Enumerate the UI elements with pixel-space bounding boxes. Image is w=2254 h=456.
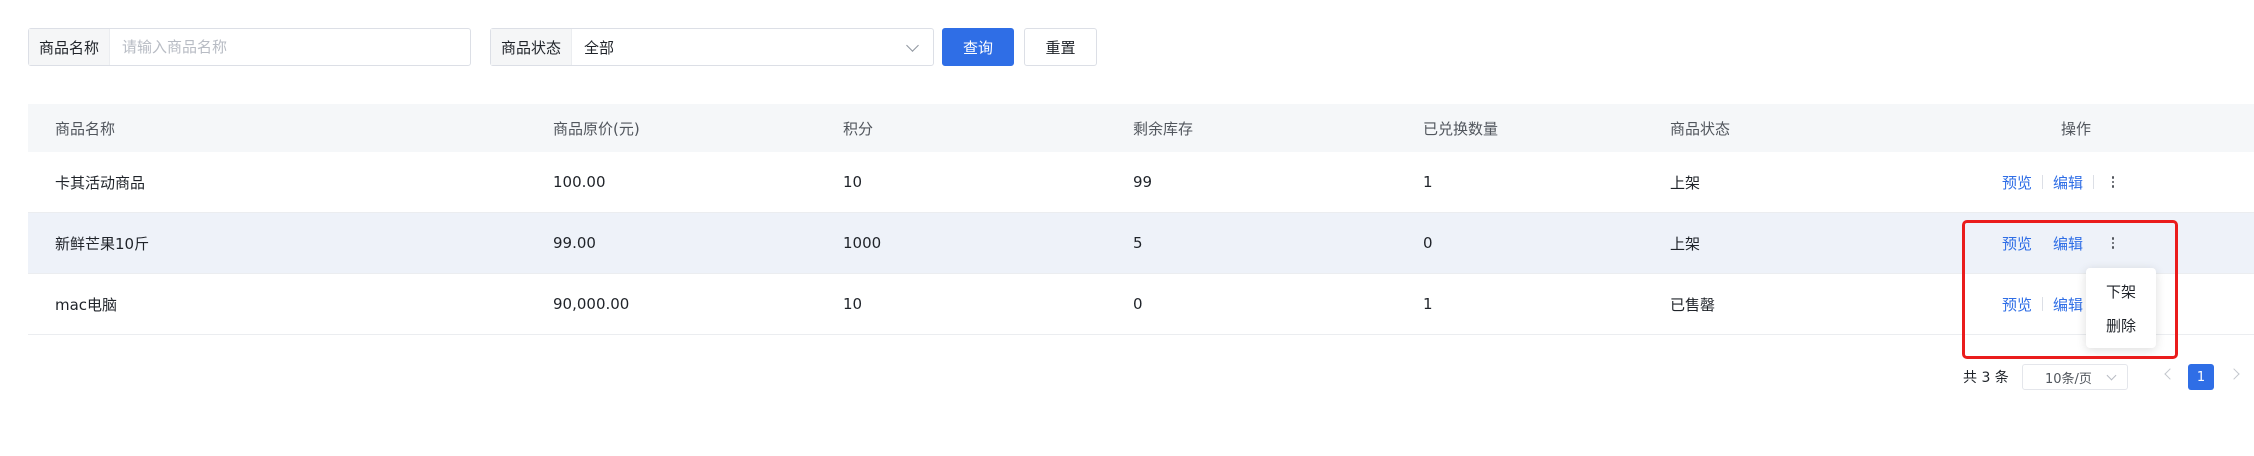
column-header-status: 商品状态 bbox=[1670, 119, 1731, 138]
row-actions: 预览 编辑 bbox=[2002, 213, 2120, 273]
column-header-stock: 剩余库存 bbox=[1133, 119, 1194, 138]
menu-item-unlist[interactable]: 下架 bbox=[2086, 274, 2156, 308]
column-header-actions: 操作 bbox=[2061, 119, 2092, 138]
cell-price: 90,000.00 bbox=[553, 295, 630, 313]
page-size-select[interactable]: 10条/页 bbox=[2022, 364, 2128, 390]
reset-button[interactable]: 重置 bbox=[1024, 28, 1097, 66]
page-size-value: 10条/页 bbox=[2045, 371, 2092, 387]
chevron-right-icon[interactable] bbox=[2228, 368, 2240, 380]
product-table: 商品名称 商品原价(元) 积分 剩余库存 已兑换数量 商品状态 操作 卡其活动商… bbox=[28, 104, 2254, 335]
action-divider bbox=[2042, 175, 2044, 189]
chevron-down-icon[interactable] bbox=[2106, 370, 2117, 381]
product-status-filter[interactable]: 商品状态 全部 bbox=[490, 28, 934, 66]
cell-status: 上架 bbox=[1670, 234, 1701, 253]
action-divider bbox=[2042, 236, 2043, 250]
table-header: 商品名称 商品原价(元) 积分 剩余库存 已兑换数量 商品状态 操作 bbox=[28, 104, 2254, 152]
cell-name: mac电脑 bbox=[55, 295, 118, 314]
cell-price: 99.00 bbox=[553, 234, 596, 252]
cell-name: 新鲜芒果10斤 bbox=[55, 234, 150, 253]
menu-item-delete[interactable]: 删除 bbox=[2086, 308, 2156, 342]
column-header-price: 商品原价(元) bbox=[553, 119, 640, 138]
chevron-left-icon[interactable] bbox=[2164, 368, 2176, 380]
preview-link[interactable]: 预览 bbox=[2002, 172, 2032, 193]
cell-status: 上架 bbox=[1670, 173, 1701, 192]
more-vertical-icon[interactable] bbox=[2106, 234, 2120, 252]
cell-points: 10 bbox=[843, 173, 863, 191]
preview-link[interactable]: 预览 bbox=[2002, 294, 2032, 315]
table-row: mac电脑 90,000.00 10 0 1 已售罄 预览 编辑 bbox=[28, 274, 2254, 335]
product-name-filter: 商品名称 bbox=[28, 28, 471, 66]
column-header-exchanged: 已兑换数量 bbox=[1423, 119, 1499, 138]
edit-link[interactable]: 编辑 bbox=[2053, 172, 2083, 193]
product-status-select-value[interactable]: 全部 bbox=[572, 37, 908, 58]
product-list-page: 商品名称 商品状态 全部 查询 重置 商品名称 商品原价(元) 积分 剩余库存 … bbox=[0, 0, 2254, 456]
more-actions-menu: 下架 删除 bbox=[2086, 268, 2156, 348]
more-vertical-icon[interactable] bbox=[2106, 173, 2120, 191]
table-row: 新鲜芒果10斤 99.00 1000 5 0 上架 预览 编辑 bbox=[28, 213, 2254, 274]
cell-stock: 0 bbox=[1133, 295, 1143, 313]
pagination-total: 共 3 条 bbox=[1963, 370, 2009, 386]
cell-stock: 5 bbox=[1133, 234, 1143, 252]
column-header-name: 商品名称 bbox=[55, 119, 116, 138]
cell-exchanged: 1 bbox=[1423, 173, 1433, 191]
column-header-points: 积分 bbox=[843, 119, 874, 138]
table-row: 卡其活动商品 100.00 10 99 1 上架 预览 编辑 bbox=[28, 152, 2254, 213]
page-number-button[interactable]: 1 bbox=[2188, 364, 2214, 390]
cell-points: 1000 bbox=[843, 234, 882, 252]
chevron-down-icon[interactable] bbox=[906, 38, 919, 52]
row-actions: 预览 编辑 bbox=[2002, 274, 2083, 334]
row-actions: 预览 编辑 bbox=[2002, 152, 2120, 212]
action-divider bbox=[2093, 236, 2094, 250]
edit-link[interactable]: 编辑 bbox=[2053, 294, 2083, 315]
query-button[interactable]: 查询 bbox=[942, 28, 1014, 66]
action-divider bbox=[2042, 297, 2044, 311]
cell-name: 卡其活动商品 bbox=[55, 173, 146, 192]
action-divider bbox=[2093, 175, 2095, 189]
cell-status: 已售罄 bbox=[1670, 295, 1716, 314]
product-status-label: 商品状态 bbox=[491, 29, 573, 65]
cell-stock: 99 bbox=[1133, 173, 1153, 191]
cell-points: 10 bbox=[843, 295, 863, 313]
preview-link[interactable]: 预览 bbox=[2002, 233, 2032, 254]
cell-exchanged: 1 bbox=[1423, 295, 1433, 313]
product-name-input[interactable] bbox=[110, 29, 470, 65]
cell-price: 100.00 bbox=[553, 173, 606, 191]
product-name-label: 商品名称 bbox=[29, 29, 111, 65]
edit-link[interactable]: 编辑 bbox=[2053, 233, 2083, 254]
cell-exchanged: 0 bbox=[1423, 234, 1433, 252]
